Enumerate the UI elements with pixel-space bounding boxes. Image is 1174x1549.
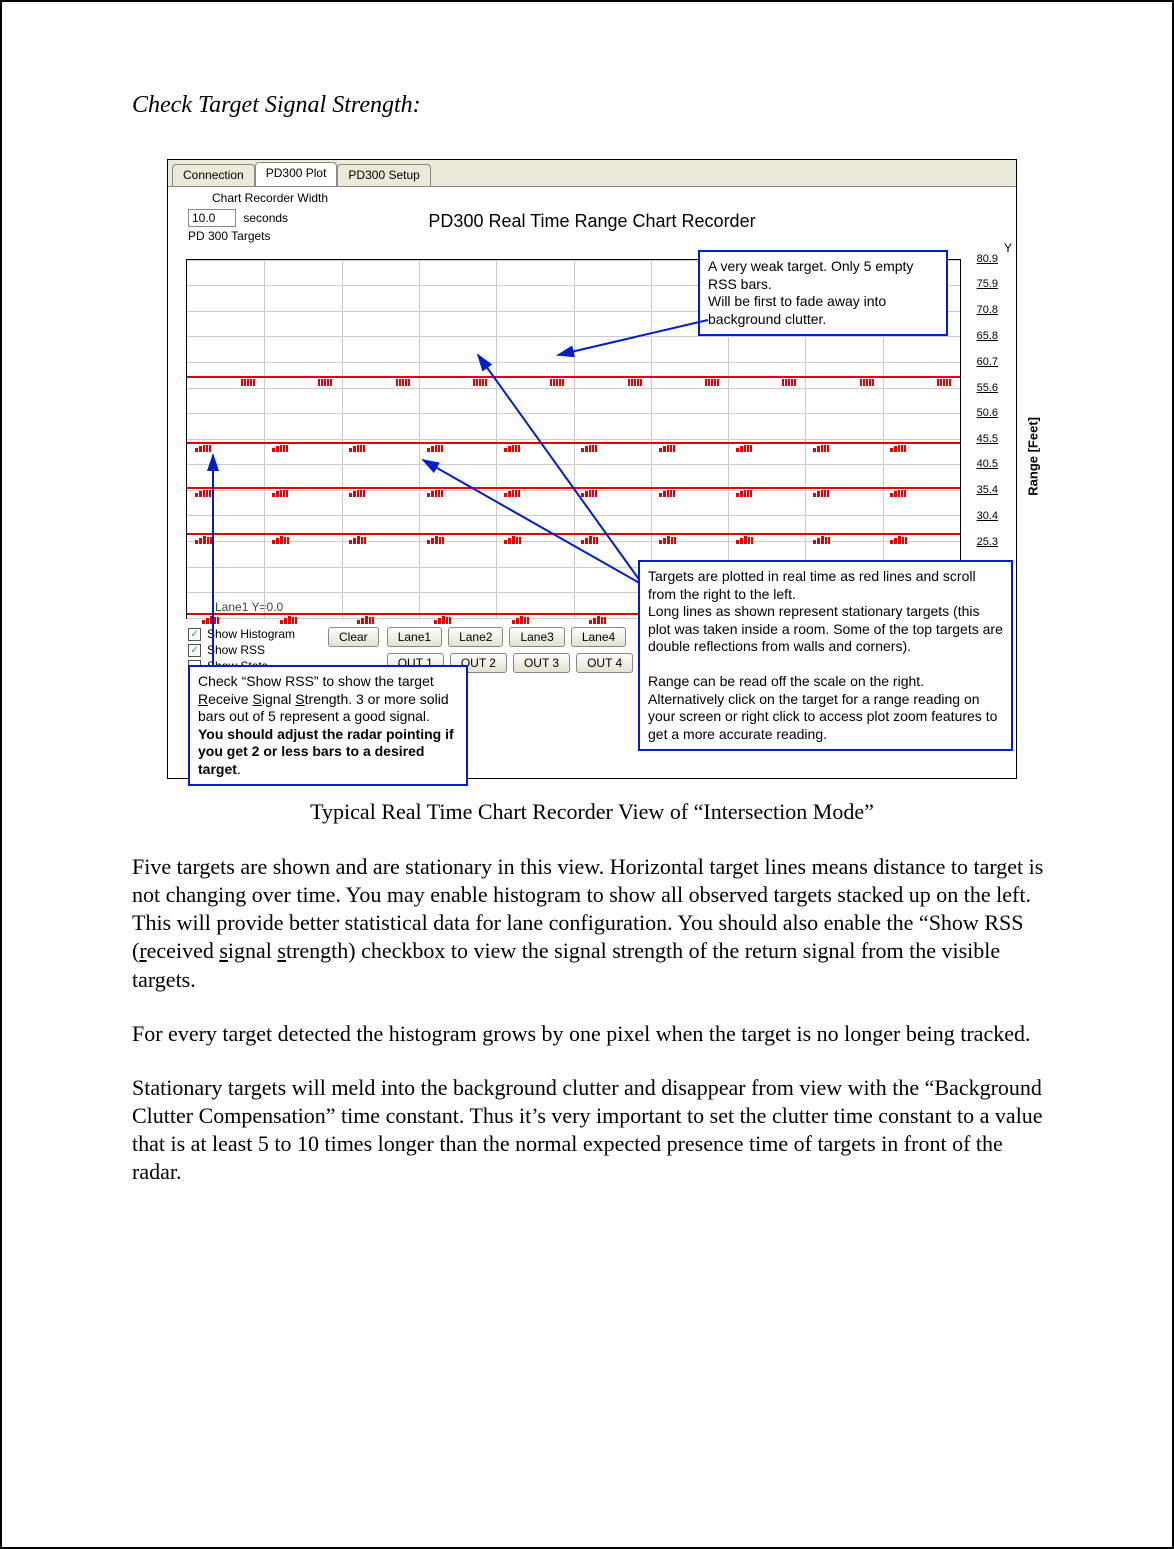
tab-pd300-plot[interactable]: PD300 Plot — [255, 162, 338, 186]
document-page: Check Target Signal Strength: Connection… — [0, 0, 1174, 1549]
rss-indicator — [813, 445, 830, 452]
checkbox-rss[interactable]: ✓ — [188, 644, 201, 657]
lane-indicator: Lane1 Y=0.0 — [215, 600, 283, 614]
rss-indicator — [504, 445, 521, 452]
rss-indicator — [241, 379, 256, 386]
rss-indicator — [272, 490, 289, 497]
out3-button[interactable]: OUT 3 — [513, 653, 570, 673]
lane2-button[interactable]: Lane2 — [448, 627, 503, 647]
callout-show-rss: Check “Show RSS” to show the target Rece… — [188, 665, 468, 786]
out4-button[interactable]: OUT 4 — [576, 653, 633, 673]
rss-indicator — [427, 445, 444, 452]
rss-indicator — [195, 445, 212, 452]
y-tick: 25.3 — [964, 536, 998, 548]
rss-indicator — [195, 490, 212, 497]
target-line[interactable] — [187, 533, 960, 535]
rss-indicator — [705, 379, 720, 386]
rss-indicator — [659, 536, 677, 544]
rss-indicator — [396, 379, 411, 386]
rss-indicator — [581, 490, 598, 497]
rss-indicator — [581, 445, 598, 452]
rss-indicator — [581, 536, 599, 544]
rss-indicator — [589, 616, 607, 624]
app-screenshot-panel: Connection PD300 Plot PD300 Setup Chart … — [167, 159, 1017, 779]
y-tick: 45.5 — [964, 433, 998, 445]
rss-indicator — [318, 379, 333, 386]
y-letter: Y — [1004, 241, 1012, 255]
rss-indicator — [550, 379, 565, 386]
lane4-button[interactable]: Lane4 — [571, 627, 626, 647]
callout-weak-target: A very weak target. Only 5 empty RSS bar… — [698, 250, 948, 336]
rss-indicator — [813, 536, 831, 544]
y-axis-title: Range [Feet] — [1026, 417, 1041, 496]
y-tick: 40.5 — [964, 458, 998, 470]
paragraph-1: Five targets are shown and are stationar… — [132, 853, 1052, 994]
tab-pd300-setup[interactable]: PD300 Setup — [337, 164, 430, 186]
rss-indicator — [349, 536, 367, 544]
rss-indicator — [427, 490, 444, 497]
rss-indicator — [272, 536, 290, 544]
y-tick: 30.4 — [964, 510, 998, 522]
rss-indicator — [272, 445, 289, 452]
rss-indicator — [473, 379, 488, 386]
rss-indicator — [890, 536, 908, 544]
tab-strip: Connection PD300 Plot PD300 Setup — [168, 160, 1016, 186]
chart-title: PD300 Real Time Range Chart Recorder — [168, 211, 1016, 232]
lane1-button[interactable]: Lane1 — [387, 627, 442, 647]
target-line[interactable] — [187, 376, 960, 378]
recorder-width-label: Chart Recorder Width — [212, 191, 328, 205]
checkbox-histogram-label: Show Histogram — [207, 627, 295, 641]
rss-indicator — [349, 445, 366, 452]
rss-indicator — [860, 379, 875, 386]
rss-indicator — [659, 490, 676, 497]
y-tick: 75.9 — [964, 278, 998, 290]
rss-indicator — [736, 490, 753, 497]
rss-indicator — [890, 490, 907, 497]
callout-weak-text: A very weak target. Only 5 empty RSS bar… — [708, 258, 913, 327]
rss-indicator — [782, 379, 797, 386]
rss-indicator — [280, 616, 298, 624]
rss-indicator — [890, 445, 907, 452]
rss-indicator — [427, 536, 445, 544]
checkbox-histogram[interactable]: ✓ — [188, 628, 201, 641]
rss-indicator — [195, 536, 213, 544]
rss-indicator — [202, 616, 220, 624]
y-tick: 55.6 — [964, 382, 998, 394]
lane3-button[interactable]: Lane3 — [509, 627, 564, 647]
rss-indicator — [504, 536, 522, 544]
tab-connection[interactable]: Connection — [172, 164, 255, 186]
figure-caption: Typical Real Time Chart Recorder View of… — [132, 799, 1052, 825]
rss-indicator — [512, 616, 530, 624]
y-tick: 60.7 — [964, 356, 998, 368]
section-heading: Check Target Signal Strength: — [132, 92, 1052, 119]
y-tick: 50.6 — [964, 407, 998, 419]
target-line[interactable] — [187, 442, 960, 444]
paragraph-2: For every target detected the histogram … — [132, 1020, 1052, 1048]
clear-button[interactable]: Clear — [328, 627, 379, 647]
rss-indicator — [813, 490, 830, 497]
rss-indicator — [357, 616, 375, 624]
rss-indicator — [349, 490, 366, 497]
rss-indicator — [628, 379, 643, 386]
rss-indicator — [434, 616, 452, 624]
target-line[interactable] — [187, 487, 960, 489]
rss-indicator — [504, 490, 521, 497]
y-tick: 65.8 — [964, 330, 998, 342]
y-tick: 80.9 — [964, 253, 998, 265]
paragraph-3: Stationary targets will meld into the ba… — [132, 1074, 1052, 1187]
rss-indicator — [736, 536, 754, 544]
callout-targets-plotted: Targets are plotted in real time as red … — [638, 560, 1013, 751]
rss-indicator — [937, 379, 952, 386]
rss-indicator — [736, 445, 753, 452]
y-tick: 35.4 — [964, 484, 998, 496]
checkbox-rss-label: Show RSS — [207, 643, 265, 657]
rss-indicator — [659, 445, 676, 452]
y-tick: 70.8 — [964, 304, 998, 316]
